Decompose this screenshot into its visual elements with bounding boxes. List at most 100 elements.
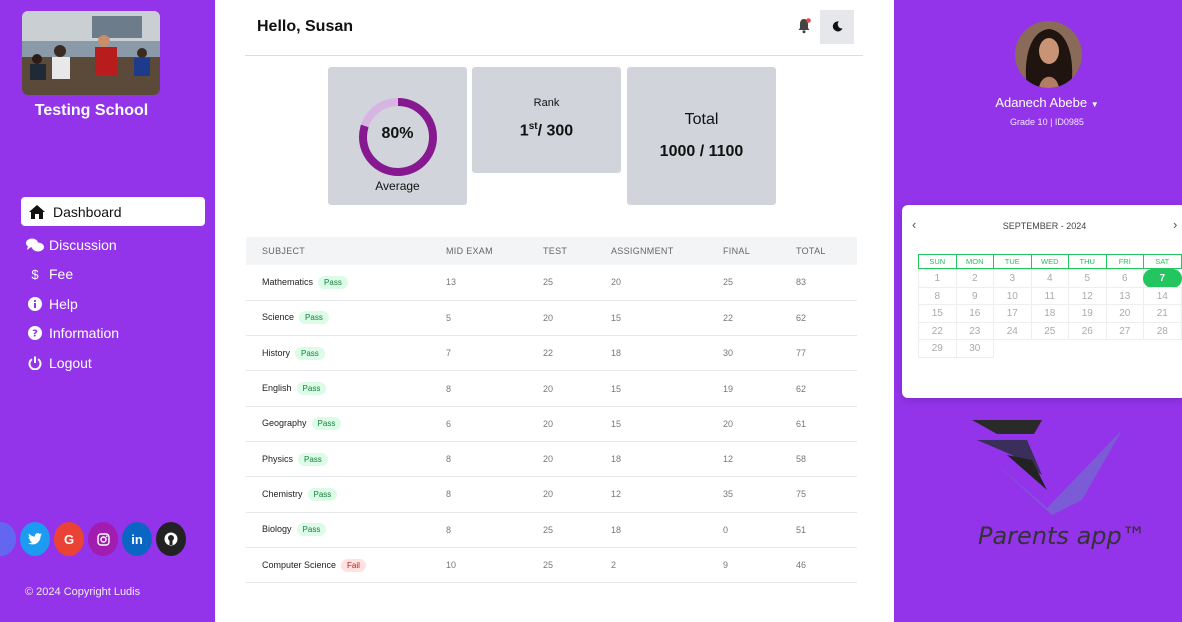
dollar-icon: $ (31, 266, 39, 282)
calendar-day[interactable]: 27 (1105, 321, 1144, 340)
subject-name: Science (262, 312, 295, 323)
calendar-day[interactable]: 12 (1068, 286, 1107, 305)
calendar-day[interactable]: 19 (1068, 304, 1107, 323)
subject-cell: Geography Pass (246, 406, 430, 442)
test-cell: 22 (527, 335, 595, 372)
status-badge: Pass (296, 382, 327, 396)
table-row: Biology Pass 8 25 18 0 51 (246, 512, 857, 548)
calendar-day[interactable]: 9 (955, 286, 994, 305)
subject-cell: Biology Pass (246, 512, 430, 548)
dark-mode-toggle[interactable] (820, 10, 854, 44)
twitter-icon[interactable] (20, 522, 50, 556)
calendar-day[interactable]: 20 (1105, 304, 1144, 323)
assignment-cell: 15 (595, 406, 707, 442)
facebook-icon[interactable] (0, 522, 16, 556)
top-bar: Hello, Susan (245, 10, 863, 56)
copyright-text: © 2024 Copyright Ludis (25, 586, 141, 598)
user-name-dropdown[interactable]: Adanech Abebe ▼ (894, 95, 1182, 110)
column-header: TOTAL (796, 246, 826, 256)
test-cell: 20 (527, 441, 595, 478)
calendar-day[interactable]: 24 (993, 321, 1032, 340)
rank-card: Rank 1st/ 300 (472, 67, 621, 173)
calendar-day[interactable]: 5 (1068, 269, 1107, 288)
mid-cell: 5 (430, 300, 527, 337)
subject-name: English (262, 383, 292, 394)
chat-icon (25, 237, 45, 253)
google-icon[interactable]: G (54, 522, 84, 556)
final-cell: 12 (707, 441, 780, 478)
calendar-day[interactable]: 17 (993, 304, 1032, 323)
instagram-icon[interactable] (88, 522, 118, 556)
calendar-day[interactable]: 8 (918, 286, 957, 305)
sidebar-item-discussion[interactable]: Discussion (21, 230, 205, 260)
calendar-day[interactable]: 11 (1030, 286, 1069, 305)
subject-name: History (262, 347, 291, 358)
test-cell: 20 (527, 300, 595, 337)
power-icon (25, 355, 45, 371)
calendar-day[interactable]: 3 (993, 269, 1032, 288)
subject-cell: Mathematics Pass (246, 265, 430, 301)
total-value: 1000 / 1100 (659, 143, 744, 160)
calendar-grid: SUN MON TUE WED THU FRI SAT 1 2 3 4 5 6 7 8 9 10 11 12 13 14… (918, 254, 1182, 358)
calendar-day[interactable]: 13 (1105, 286, 1144, 305)
mid-cell: 8 (430, 441, 527, 478)
sidebar-item-label: Help (49, 295, 78, 312)
calendar-day[interactable]: 15 (918, 304, 957, 323)
assignment-cell: 2 (595, 547, 707, 584)
notification-bell-icon[interactable] (797, 18, 811, 34)
weekday-label: WED (1030, 254, 1069, 269)
sidebar-item-information[interactable]: ? Information (21, 319, 205, 349)
status-badge: Pass (311, 417, 342, 431)
calendar-day[interactable]: 22 (918, 321, 957, 340)
table-row: Science Pass 5 20 15 22 62 (246, 300, 857, 337)
status-badge: Pass (295, 346, 325, 360)
calendar-day[interactable]: 23 (955, 321, 994, 340)
sidebar-item-fee[interactable]: $ Fee (21, 260, 205, 290)
avatar[interactable] (1015, 21, 1082, 88)
github-icon[interactable] (156, 522, 186, 556)
test-cell: 25 (527, 512, 595, 548)
calendar-day[interactable]: 14 (1143, 286, 1182, 305)
calendar-day[interactable]: 21 (1143, 304, 1182, 323)
calendar-day[interactable]: 2 (955, 269, 994, 288)
mid-cell: 8 (430, 370, 527, 407)
calendar-day[interactable]: 16 (955, 304, 994, 323)
calendar-day[interactable]: 28 (1143, 321, 1182, 340)
sidebar-item-label: Fee (49, 266, 74, 283)
calendar-day[interactable]: 10 (993, 286, 1032, 305)
table-row: History Pass 7 22 18 30 77 (246, 335, 857, 372)
sidebar-item-help[interactable]: Help (21, 289, 205, 319)
final-cell: 9 (707, 547, 780, 584)
weekday-label: THU (1068, 254, 1107, 269)
column-header: SUBJECT (262, 246, 306, 256)
sidebar-item-dashboard[interactable]: Dashboard (21, 197, 205, 226)
calendar-day[interactable]: 1 (918, 269, 957, 288)
assignment-cell: 18 (595, 441, 707, 478)
calendar-day[interactable]: 25 (1030, 321, 1069, 340)
info-icon (25, 296, 45, 312)
calendar: ‹ SEPTEMBER - 2024 › SUN MON TUE WED THU FRI S… (902, 205, 1182, 398)
chevron-right-icon[interactable]: › (1173, 217, 1177, 232)
calendar-day[interactable]: 29 (918, 339, 957, 358)
column-header: ASSIGNMENT (611, 246, 674, 256)
column-header: FINAL (723, 246, 751, 256)
table-row: Computer Science Fail 10 25 2 9 46 (246, 547, 857, 584)
calendar-day[interactable]: 18 (1030, 304, 1069, 323)
rank-suffix: st (528, 121, 538, 132)
calendar-day-selected[interactable]: 7 (1143, 269, 1182, 288)
grades-table-body: Mathematics Pass 13 25 20 25 83 Science Pass 5 20 1… (246, 265, 857, 584)
linkedin-icon[interactable]: in (122, 522, 152, 556)
sidebar-item-logout[interactable]: Logout (21, 348, 205, 378)
sidebar-item-label: Dashboard (53, 203, 122, 220)
calendar-day[interactable]: 4 (1030, 269, 1069, 288)
weekday-label: FRI (1105, 254, 1144, 269)
test-cell: 20 (527, 406, 595, 442)
calendar-day[interactable]: 6 (1105, 269, 1144, 288)
weekday-label: TUE (993, 254, 1032, 269)
calendar-day[interactable]: 26 (1068, 321, 1107, 340)
subject-cell: Physics Pass (246, 441, 430, 478)
sidebar-item-label: Discussion (49, 236, 117, 253)
calendar-day[interactable]: 30 (955, 339, 994, 358)
profile-panel: Adanech Abebe ▼ Grade 10 | ID0985 ‹ SEPT… (894, 0, 1182, 622)
total-cell: 62 (780, 370, 857, 407)
